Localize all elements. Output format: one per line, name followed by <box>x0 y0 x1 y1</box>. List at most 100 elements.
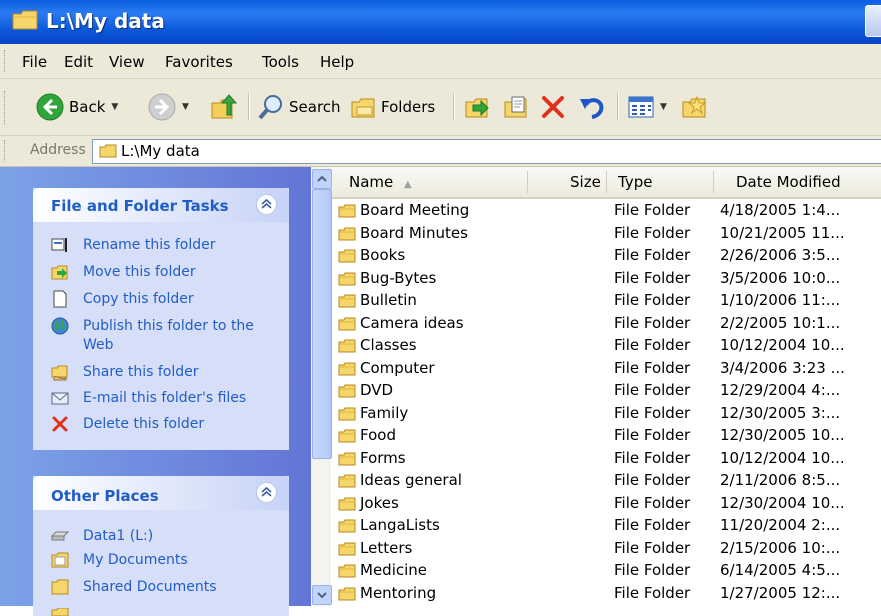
menu-view[interactable]: View <box>109 53 145 71</box>
column-divider[interactable] <box>713 171 714 193</box>
folder-star-icon <box>682 95 707 118</box>
task-rename-folder[interactable]: Rename this folder <box>51 236 216 255</box>
folder-icon <box>338 474 356 488</box>
views-dropdown-icon[interactable]: ▼ <box>660 102 667 112</box>
column-divider[interactable] <box>527 171 528 193</box>
address-input[interactable]: L:\My data <box>92 139 881 164</box>
menu-edit[interactable]: Edit <box>64 53 93 71</box>
file-row[interactable]: Ideas general File Folder 2/11/2006 8:5... <box>332 470 881 492</box>
folder-icon <box>51 579 69 595</box>
task-label: Share this folder <box>83 364 199 380</box>
file-row[interactable]: Books File Folder 2/26/2006 3:5... <box>332 245 881 267</box>
folder-icon <box>338 542 356 555</box>
file-list: Name ▲ Size Type Date Modified Board Mee… <box>332 167 881 606</box>
file-date-modified: 10/12/2004 10... <box>720 448 845 467</box>
move-to-button[interactable] <box>463 89 491 125</box>
collapse-chevron-icon[interactable] <box>256 482 277 503</box>
collapse-chevron-icon[interactable] <box>256 194 277 215</box>
file-date-modified: 4/18/2005 1:4... <box>720 201 841 219</box>
file-row[interactable]: Board Meeting File Folder 4/18/2005 1:4... <box>332 200 881 222</box>
undo-button[interactable] <box>578 89 606 125</box>
menu-file[interactable]: File <box>22 53 47 71</box>
place-data1-drive[interactable]: Data1 (L:) <box>51 527 153 546</box>
drive-icon <box>51 531 69 541</box>
menu-grip[interactable] <box>4 50 9 72</box>
copy-to-button[interactable] <box>502 89 530 125</box>
column-size[interactable]: Size <box>570 173 601 191</box>
place-shared-documents[interactable]: Shared Documents <box>51 578 217 597</box>
task-share-folder[interactable]: Share this folder <box>51 363 199 382</box>
file-date-modified: 2/11/2006 8:5... <box>720 471 841 489</box>
place-my-documents[interactable]: My Documents <box>51 551 188 570</box>
task-copy-folder[interactable]: Copy this folder <box>51 290 194 309</box>
file-row[interactable]: Family File Folder 12/30/2005 3:... <box>332 403 881 425</box>
toolbar-grip[interactable] <box>4 91 9 125</box>
file-date-modified: 6/14/2005 4:5... <box>720 561 841 579</box>
delete-button[interactable] <box>540 89 566 125</box>
file-name: Camera ideas <box>360 313 464 332</box>
file-row[interactable]: Camera ideas File Folder 2/2/2005 10:1... <box>332 313 881 335</box>
file-type: File Folder <box>614 336 691 354</box>
folder-icon <box>51 552 69 568</box>
task-email-files[interactable]: E-mail this folder's files <box>51 389 246 408</box>
file-row[interactable]: Bug-Bytes File Folder 3/5/2006 10:0... <box>332 268 881 290</box>
window-control-button[interactable] <box>865 5 881 37</box>
file-row[interactable]: Mentoring File Folder 1/27/2005 12:... <box>332 583 881 605</box>
toolbar-separator <box>248 93 249 121</box>
menu-help[interactable]: Help <box>320 53 354 71</box>
scroll-thumb[interactable] <box>312 189 332 459</box>
file-row[interactable]: Letters File Folder 2/15/2006 10:... <box>332 538 881 560</box>
column-divider[interactable] <box>606 171 607 193</box>
file-type: File Folder <box>614 201 691 219</box>
back-button[interactable]: Back ▼ <box>36 89 118 125</box>
folder-icon <box>338 429 356 443</box>
file-row[interactable]: Forms File Folder 10/12/2004 10... <box>332 448 881 470</box>
file-row[interactable]: Jokes File Folder 12/30/2004 10... <box>332 493 881 515</box>
task-delete-folder[interactable]: Delete this folder <box>51 415 204 434</box>
search-label: Search <box>289 98 341 116</box>
column-type[interactable]: Type <box>618 173 652 191</box>
file-row[interactable]: Board Minutes File Folder 10/21/2005 11... <box>332 223 881 245</box>
views-button[interactable]: ▼ <box>628 89 667 125</box>
place-label: My Documents <box>83 552 188 568</box>
panel-title: Other Places <box>51 487 159 505</box>
file-date-modified: 3/4/2006 3:23 ... <box>720 358 845 377</box>
address-grip[interactable] <box>4 140 9 162</box>
task-publish-folder[interactable]: Publish this folder to the Web <box>51 317 273 355</box>
forward-button[interactable]: ▼ <box>148 89 189 125</box>
file-row[interactable]: Classes File Folder 10/12/2004 10... <box>332 335 881 357</box>
file-row[interactable]: Medicine File Folder 6/14/2005 4:5... <box>332 560 881 582</box>
scroll-up-button[interactable] <box>312 169 332 189</box>
delete-icon <box>542 96 564 118</box>
file-type: File Folder <box>614 538 691 557</box>
vertical-scrollbar[interactable] <box>311 167 332 606</box>
folder-options-button[interactable] <box>681 89 707 125</box>
title-bar[interactable]: L:\My data <box>0 0 881 44</box>
file-type: File Folder <box>614 381 691 399</box>
column-name[interactable]: Name ▲ <box>349 173 412 191</box>
folder-icon <box>338 227 356 240</box>
menu-tools[interactable]: Tools <box>262 53 299 71</box>
file-type: File Folder <box>614 493 691 512</box>
task-move-folder[interactable]: Move this folder <box>51 263 196 282</box>
file-row[interactable]: Computer File Folder 3/4/2006 3:23 ... <box>332 358 881 380</box>
folders-button[interactable]: Folders <box>350 89 435 125</box>
file-type: File Folder <box>614 448 691 467</box>
up-folder-button[interactable] <box>210 89 238 125</box>
panel-header[interactable]: Other Places <box>33 476 289 510</box>
forward-dropdown-icon[interactable]: ▼ <box>182 102 189 112</box>
panel-header[interactable]: File and Folder Tasks <box>33 188 289 222</box>
file-row[interactable]: DVD File Folder 12/29/2004 4:... <box>332 380 881 402</box>
search-button[interactable]: Search <box>258 89 341 125</box>
file-name: Letters <box>360 538 413 557</box>
file-row[interactable]: LangaLists File Folder 11/20/2004 2:... <box>332 515 881 537</box>
file-row[interactable]: Food File Folder 12/30/2005 10... <box>332 425 881 447</box>
menu-favorites[interactable]: Favorites <box>165 53 233 71</box>
address-label: Address <box>30 142 86 158</box>
scroll-down-button[interactable] <box>312 585 332 605</box>
file-name: LangaLists <box>360 516 440 534</box>
back-dropdown-icon[interactable]: ▼ <box>111 102 118 112</box>
column-date-modified[interactable]: Date Modified <box>736 173 841 191</box>
task-label: Publish this folder to the Web <box>83 318 254 353</box>
file-row[interactable]: Bulletin File Folder 1/10/2006 11:... <box>332 290 881 312</box>
